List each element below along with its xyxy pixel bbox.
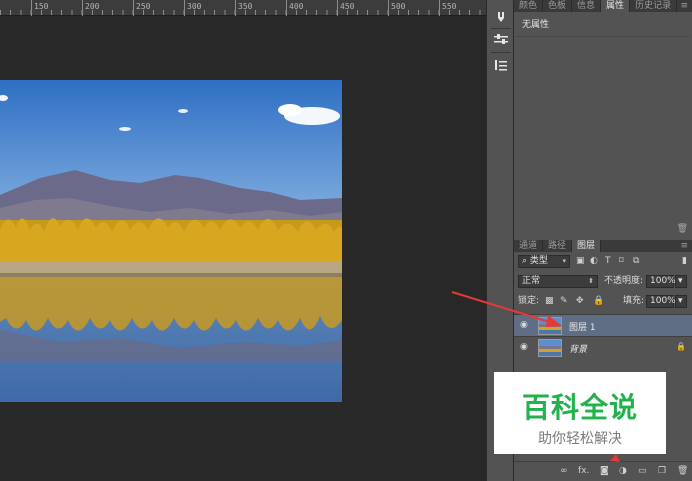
horizontal-ruler: 150 200 250 300 350 400 450 500 550 — [0, 0, 486, 16]
watermark-subtitle: 助你轻松解决 — [538, 431, 622, 447]
opacity-input[interactable]: 100% — [646, 275, 676, 288]
tab-info[interactable]: 信息 — [572, 0, 602, 12]
watermark-logo: 百科全说 助你轻松解决 — [494, 372, 666, 454]
tab-layers[interactable]: 图层 — [572, 240, 602, 252]
chevron-down-icon: ⬍ — [588, 277, 594, 285]
panel-menu-icon[interactable]: ≡ — [680, 0, 692, 12]
opacity-label: 不透明度: — [604, 276, 644, 286]
search-icon: ⌕ — [522, 256, 530, 266]
ruler-label: 150 — [34, 2, 49, 11]
fx-icon[interactable]: fx. — [578, 466, 589, 476]
visibility-eye-icon[interactable]: ◉ — [520, 342, 528, 352]
layer-thumbnail — [538, 317, 562, 335]
layers-tabbar: 通道 路径 图层 ≡ — [514, 240, 692, 252]
layer-name: 图层 1 — [569, 323, 596, 333]
panel-menu-icon[interactable]: ≡ — [680, 240, 692, 252]
tab-history[interactable]: 历史记录 — [630, 0, 678, 12]
tab-paths[interactable]: 路径 — [543, 240, 573, 252]
lock-label: 锁定: — [518, 296, 540, 306]
fill-dropdown-button[interactable]: ▾ — [675, 295, 687, 308]
props-tabbar: 颜色 色板 信息 属性 历史记录 ≡ — [514, 0, 692, 12]
ruler-label: 500 — [391, 2, 406, 11]
canvas-workspace[interactable]: 150 200 250 300 350 400 450 500 550 — [0, 0, 486, 481]
fill-input[interactable]: 100% — [646, 295, 676, 308]
layer-thumbnail — [538, 339, 562, 357]
layer-row-background[interactable]: ◉ 背景 🔒 — [514, 336, 692, 358]
watermark-title: 百科全说 — [521, 391, 638, 424]
layer-row-layer1[interactable]: ◉ 图层 1 — [514, 314, 692, 336]
tab-properties[interactable]: 属性 — [601, 0, 631, 12]
opacity-dropdown-button[interactable]: ▾ — [675, 275, 687, 288]
props-title: 无属性 — [522, 20, 550, 30]
adjust-sliders-icon[interactable] — [490, 30, 512, 48]
chevron-down-icon: ▾ — [562, 257, 566, 265]
filter-toggle-icon[interactable]: ▮ — [682, 255, 687, 268]
ruler-label: 550 — [442, 2, 457, 11]
ruler-label: 350 — [238, 2, 253, 11]
trash-icon[interactable]: 🗑 — [677, 466, 688, 476]
character-style-icon[interactable] — [490, 56, 512, 74]
props-divider — [516, 36, 690, 37]
adjustment-filter-icon[interactable]: ◐ — [590, 255, 598, 268]
pixel-filter-icon[interactable]: ▣ — [576, 255, 585, 268]
landscape-photo[interactable] — [0, 80, 342, 402]
ruler-label: 200 — [85, 2, 100, 11]
lock-position-icon[interactable]: ✥ — [576, 295, 584, 308]
layer-name: 背景 — [569, 345, 588, 355]
trash-icon[interactable]: 🗑 — [677, 224, 688, 234]
shape-filter-icon[interactable]: ⌑ — [619, 255, 624, 268]
layers-footer: ∞ fx. ◙ ◑ ▭ ❐ 🗑 — [514, 461, 692, 481]
fill-label: 填充: — [623, 296, 645, 306]
blend-mode-select[interactable]: 正常 ⬍ — [518, 275, 598, 288]
visibility-eye-icon[interactable]: ◉ — [520, 320, 528, 330]
link-icon[interactable]: ∞ — [560, 466, 568, 476]
ruler-label: 250 — [136, 2, 151, 11]
lock-transparent-icon[interactable]: ▩ — [545, 295, 554, 308]
smart-object-filter-icon[interactable]: ⧉ — [633, 255, 639, 268]
lock-all-icon[interactable]: 🔒 — [593, 295, 604, 308]
fill-value: 100% — [650, 296, 676, 306]
layer-lock-icon: 🔒 — [676, 342, 686, 351]
opacity-value: 100% — [650, 276, 676, 286]
new-layer-icon[interactable]: ❐ — [658, 466, 666, 476]
tab-color[interactable]: 颜色 — [514, 0, 544, 12]
blend-mode-value: 正常 — [522, 276, 541, 286]
filter-label: 类型 — [529, 256, 548, 266]
tab-swatches[interactable]: 色板 — [543, 0, 573, 12]
ruler-label: 450 — [340, 2, 355, 11]
adjustment-icon[interactable]: ◑ — [619, 466, 627, 476]
properties-panel: 无属性 🗑 — [514, 12, 692, 236]
lock-pixels-icon[interactable]: ✎ — [560, 295, 568, 308]
chevron-down-icon: ▾ — [678, 296, 683, 306]
chevron-down-icon: ▾ — [678, 276, 683, 286]
ruler-label: 400 — [289, 2, 304, 11]
tab-channels[interactable]: 通道 — [514, 240, 544, 252]
brush-preset-icon[interactable] — [490, 8, 512, 26]
folder-icon[interactable]: ▭ — [638, 466, 647, 476]
photo-artwork — [0, 80, 342, 402]
mask-icon[interactable]: ◙ — [600, 466, 609, 476]
ruler-label: 300 — [187, 2, 202, 11]
layer-filter-select[interactable]: ⌕ 类型 ▾ — [518, 255, 570, 268]
type-filter-icon[interactable]: T — [605, 255, 611, 268]
